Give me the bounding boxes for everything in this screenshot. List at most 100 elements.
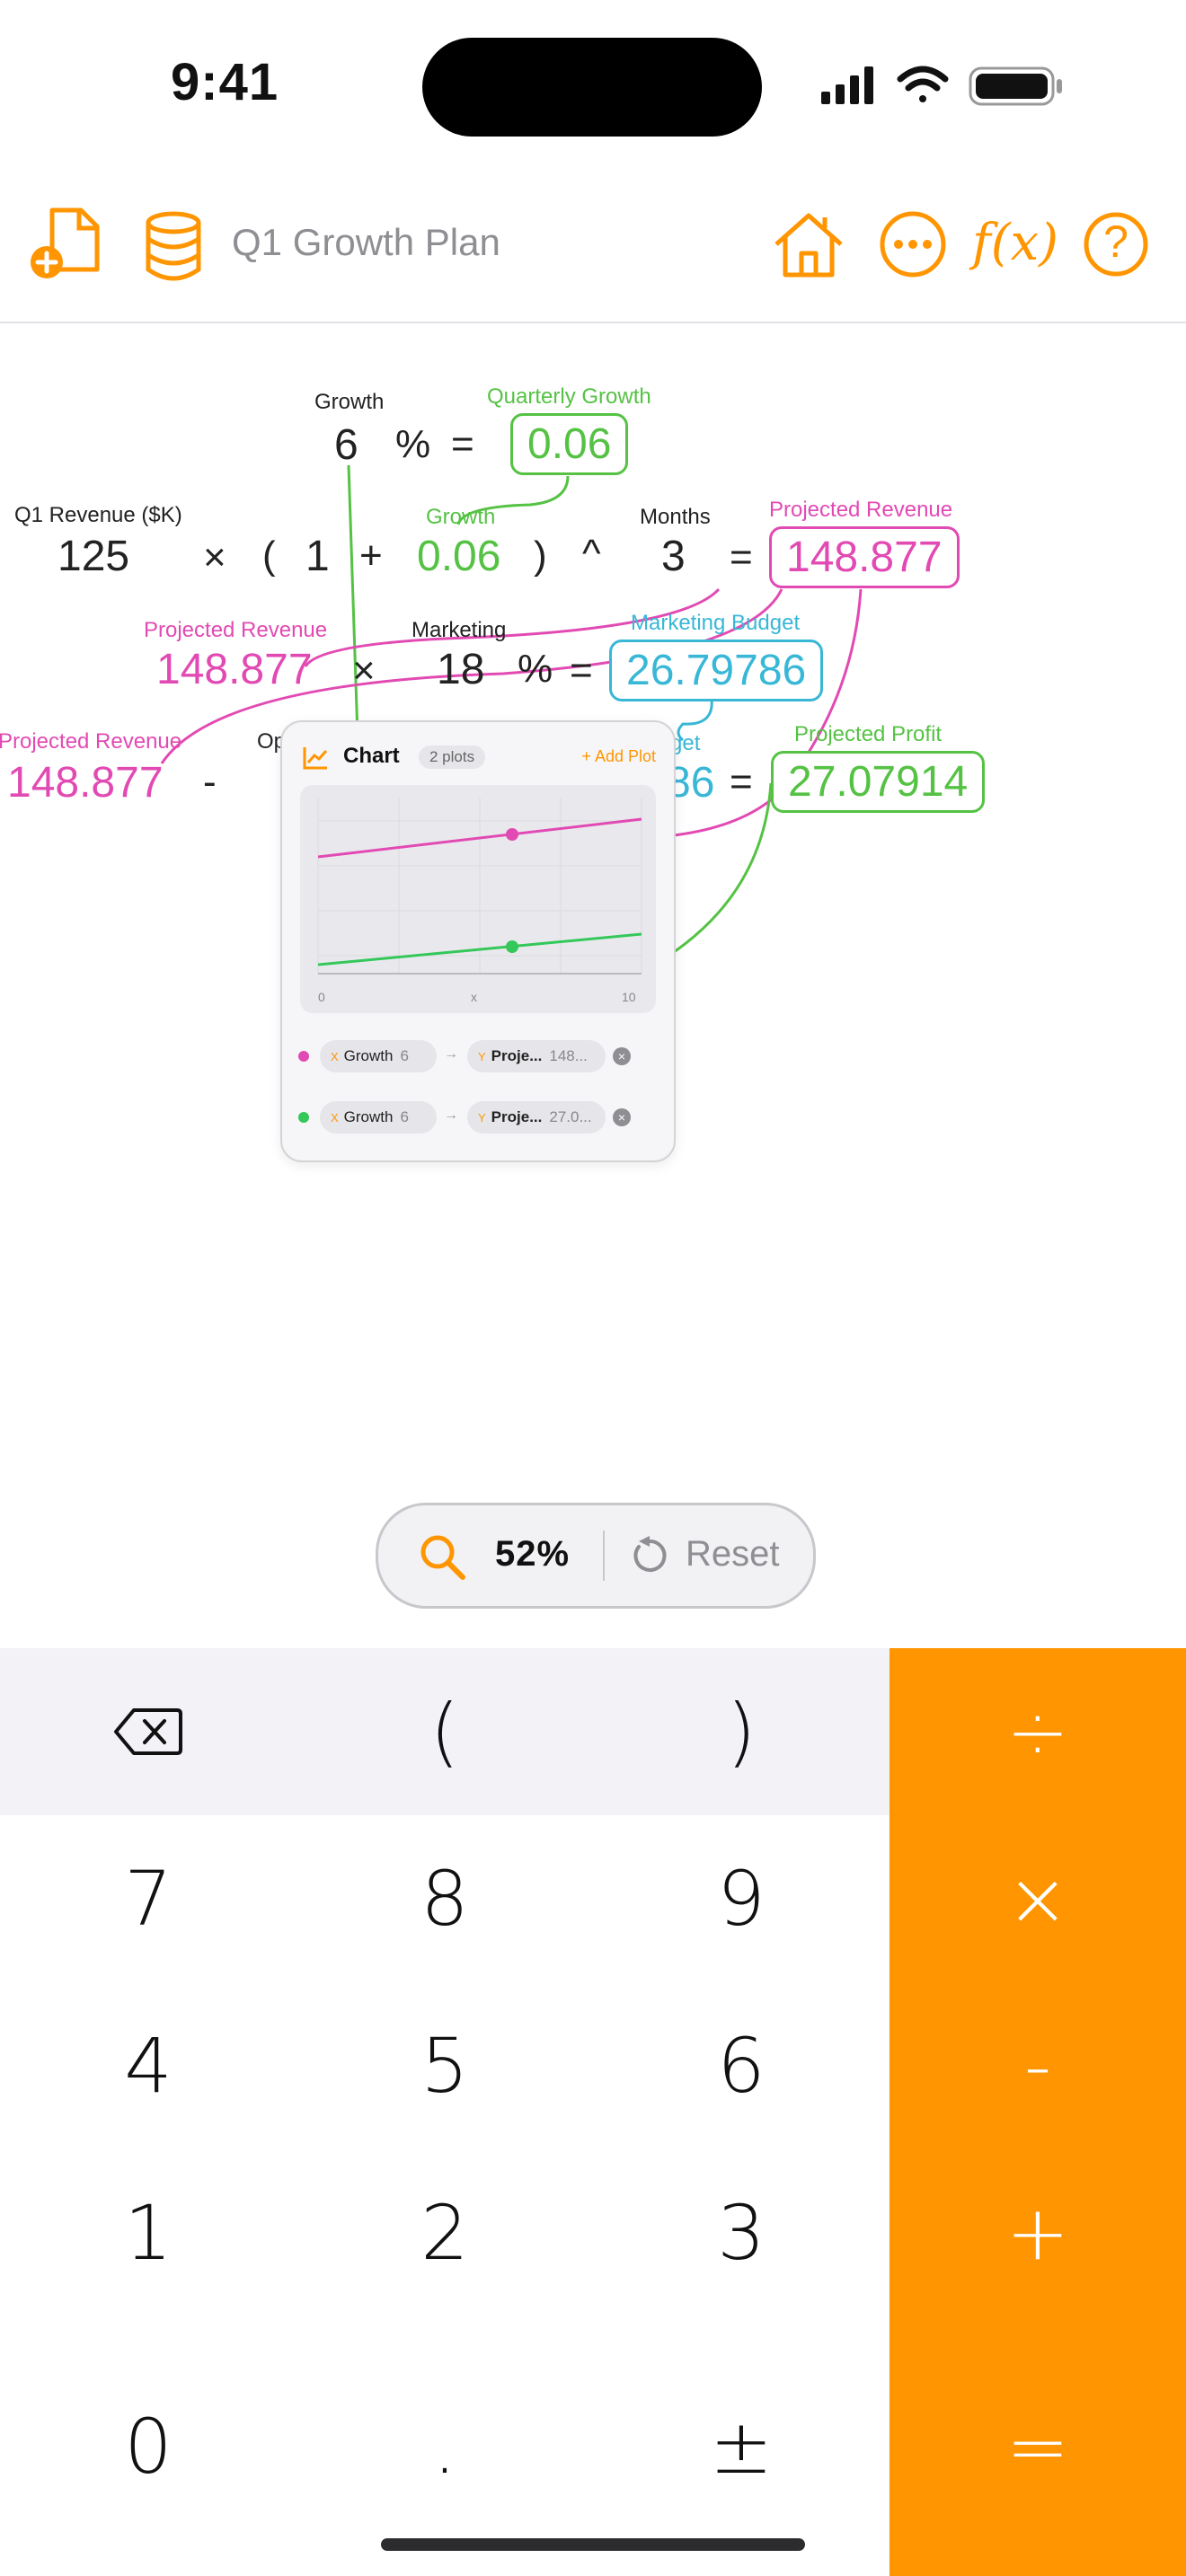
multiply-operator-2: × — [352, 648, 376, 693]
backspace-button[interactable] — [0, 1648, 296, 1815]
multiply-button[interactable]: × — [890, 1815, 1186, 1982]
x-axis-label: x — [471, 990, 477, 1004]
help-label[interactable]: ? — [1100, 216, 1132, 268]
plus-operator: + — [359, 534, 383, 578]
equals-button[interactable]: = — [890, 2316, 1186, 2576]
digit-4-button[interactable]: 4 — [0, 1982, 296, 2149]
more-icon[interactable] — [877, 208, 949, 280]
divide-button[interactable]: ÷ — [890, 1648, 1186, 1815]
growth-ref-value[interactable]: 0.06 — [417, 532, 500, 581]
home-icon[interactable] — [771, 208, 846, 280]
plots-count-badge: 2 plots — [419, 745, 486, 769]
equals-operator: = — [451, 422, 474, 466]
zoom-value[interactable]: 52% — [495, 1534, 570, 1575]
quarterly-growth-result[interactable]: 0.06 — [510, 413, 629, 475]
x-variable-pill[interactable]: X Growth 6 — [320, 1101, 437, 1134]
projected-revenue-label: Projected Revenue — [769, 498, 953, 522]
chart-plot-area[interactable]: 0 x 10 — [300, 785, 656, 1013]
digit-3-button[interactable]: 3 — [593, 2149, 890, 2316]
paren-open-button[interactable]: ( — [296, 1648, 593, 1815]
digit-0-button[interactable]: 0 — [0, 2316, 296, 2576]
chart-card[interactable]: Chart 2 plots + Add Plot 0 x 10 X Growth 6 — [280, 720, 676, 1162]
y-variable-pill[interactable]: Y Proje... 148... — [467, 1040, 606, 1072]
dynamic-island — [422, 38, 762, 137]
series-point-projected-profit — [506, 940, 518, 953]
paren-open: ( — [262, 534, 276, 578]
q1-revenue-label: Q1 Revenue ($K) — [14, 503, 182, 527]
home-indicator — [381, 2538, 805, 2551]
marketing-value[interactable]: 18 — [437, 645, 484, 694]
projected-profit-label: Projected Profit — [794, 722, 943, 746]
digit-8-button[interactable]: 8 — [296, 1815, 593, 1982]
minus-operator: - — [203, 760, 217, 804]
plus-minus-button[interactable]: ± — [593, 2316, 890, 2576]
status-time: 9:41 — [171, 53, 279, 111]
minus-button[interactable]: - — [890, 1982, 1186, 2149]
growth-value[interactable]: 6 — [334, 420, 358, 470]
one-value[interactable]: 1 — [305, 532, 330, 581]
arrow-icon: → — [444, 1107, 458, 1123]
x-variable-pill[interactable]: X Growth 6 — [320, 1040, 437, 1072]
marketing-label: Marketing — [412, 618, 507, 642]
remove-plot-icon[interactable]: × — [613, 1047, 631, 1065]
wifi-icon — [897, 66, 949, 102]
arrow-icon: → — [444, 1046, 458, 1062]
chart-header: Chart 2 plots + Add Plot — [302, 740, 656, 776]
new-document-icon[interactable] — [27, 205, 102, 280]
decimal-button[interactable]: . — [296, 2316, 593, 2576]
months-value[interactable]: 3 — [661, 532, 686, 581]
zoom-control[interactable]: 52% Reset — [376, 1503, 816, 1609]
growth-label: Growth — [314, 390, 385, 414]
x-tick-0: 0 — [318, 990, 325, 1004]
digit-2-button[interactable]: 2 — [296, 2149, 593, 2316]
search-icon[interactable] — [418, 1532, 468, 1583]
digit-7-button[interactable]: 7 — [0, 1815, 296, 1982]
projected-revenue-ref-label: Projected Revenue — [144, 618, 328, 642]
digit-5-button[interactable]: 5 — [296, 1982, 593, 2149]
plus-button[interactable]: + — [890, 2149, 1186, 2316]
battery-icon — [969, 66, 1062, 106]
marketing-budget-result[interactable]: 26.79786 — [609, 640, 824, 701]
projected-profit-result[interactable]: 27.07914 — [771, 751, 986, 813]
projected-revenue-ref2-value[interactable]: 148.877 — [7, 758, 164, 807]
reset-icon[interactable] — [630, 1536, 669, 1575]
months-label: Months — [640, 505, 711, 529]
database-icon[interactable] — [142, 210, 205, 282]
document-title[interactable]: Q1 Growth Plan — [232, 221, 500, 264]
x-tick-10: 10 — [622, 990, 636, 1004]
y-variable-pill[interactable]: Y Proje... 27.0... — [467, 1101, 606, 1134]
zoom-divider — [603, 1531, 605, 1581]
growth-ref-label: Growth — [426, 505, 496, 529]
plot-row[interactable]: X Growth 6 → Y Proje... 148... × — [298, 1038, 658, 1074]
signal-icon — [821, 66, 873, 104]
marketing-budget-label: Marketing Budget — [631, 611, 801, 635]
paren-close-button[interactable]: ) — [593, 1648, 890, 1815]
function-icon[interactable]: f(x) — [972, 214, 1058, 272]
series-color-dot — [298, 1112, 309, 1123]
equals-operator-2: = — [730, 535, 753, 579]
projected-revenue-ref-value[interactable]: 148.877 — [156, 645, 313, 694]
paren-close: ) — [534, 534, 547, 578]
quarterly-growth-label: Quarterly Growth — [487, 384, 651, 409]
series-color-dot — [298, 1051, 309, 1062]
chart-svg — [317, 798, 642, 975]
digit-9-button[interactable]: 9 — [593, 1815, 890, 1982]
digit-1-button[interactable]: 1 — [0, 2149, 296, 2316]
reset-button[interactable]: Reset — [686, 1534, 780, 1575]
digit-6-button[interactable]: 6 — [593, 1982, 890, 2149]
multiply-operator: × — [203, 535, 226, 579]
chart-icon — [303, 747, 328, 770]
keypad: ( ) 7 8 9 4 5 6 1 2 3 0 . ± ÷ × - + = — [0, 1648, 1186, 2576]
remove-plot-icon[interactable]: × — [613, 1108, 631, 1126]
projected-revenue-result[interactable]: 148.877 — [769, 526, 960, 588]
power-operator: ^ — [582, 532, 601, 576]
plot-row[interactable]: X Growth 6 → Y Proje... 27.0... × — [298, 1099, 658, 1135]
status-icons — [821, 66, 1062, 106]
backspace-icon — [114, 1708, 182, 1755]
q1-revenue-value[interactable]: 125 — [58, 532, 129, 581]
percent-operator: % — [395, 422, 431, 466]
series-point-projected-revenue — [506, 828, 518, 841]
equals-operator-3: = — [570, 648, 593, 693]
add-plot-button[interactable]: + Add Plot — [581, 747, 656, 766]
equals-operator-4: = — [730, 760, 753, 804]
